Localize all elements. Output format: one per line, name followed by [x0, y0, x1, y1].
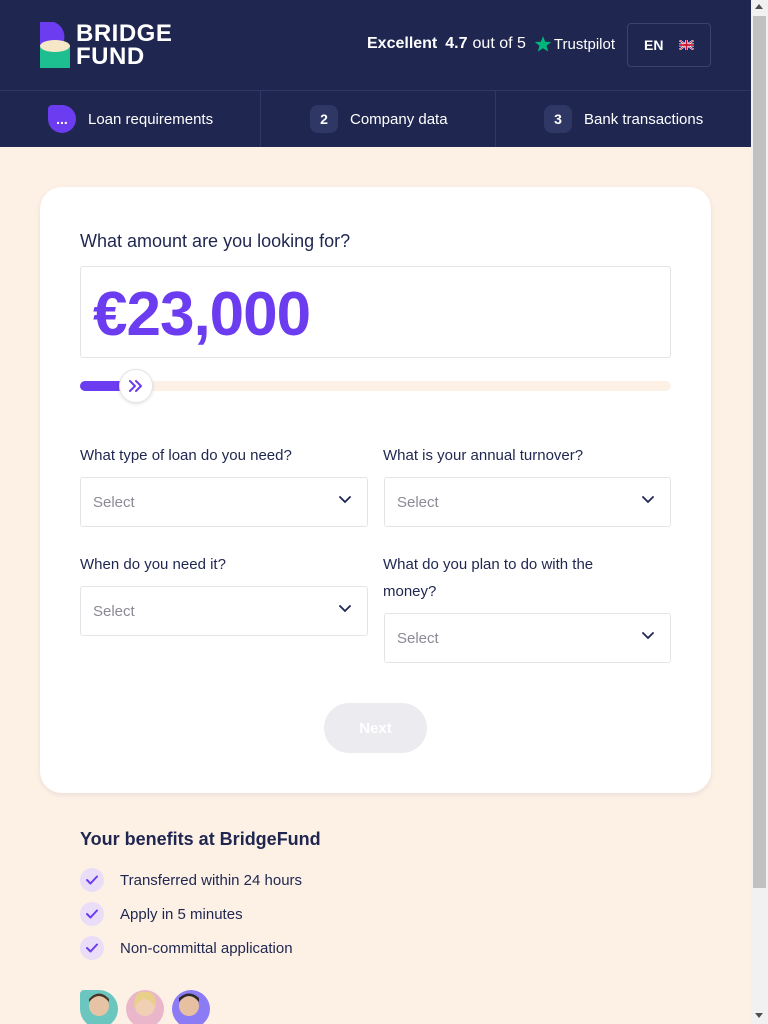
logo-mark-icon [40, 22, 70, 68]
amount-input[interactable]: €23,000 [80, 266, 671, 358]
select-placeholder: Select [397, 629, 439, 647]
step-badge: 3 [544, 105, 572, 133]
amount-value: €23,000 [93, 280, 311, 349]
step-loan-requirements[interactable]: ... Loan requirements [0, 91, 261, 147]
double-chevron-right-icon [129, 380, 142, 392]
purpose-label: What do you plan to do with the money? [383, 556, 594, 600]
timing-label: When do you need it? [80, 556, 226, 573]
step-label: Company data [350, 110, 448, 128]
trustpilot-star-icon [534, 36, 552, 52]
avatar [172, 990, 210, 1024]
step-company-data[interactable]: 2 Company data [261, 91, 496, 147]
benefit-item: Transferred within 24 hours [80, 868, 302, 892]
step-badge-active: ... [48, 105, 76, 133]
team-avatars [80, 990, 220, 1024]
scrollbar-thumb[interactable] [753, 16, 766, 888]
amount-question: What amount are you looking for? [80, 231, 351, 251]
annual-turnover-select[interactable]: Select [384, 477, 671, 527]
trustpilot-rating[interactable]: Excellent 4.7 out of 5 Trustpilot [367, 35, 615, 53]
trustpilot-name: Trustpilot [553, 35, 616, 53]
annual-turnover-label: What is your annual turnover? [383, 447, 584, 464]
chevron-down-icon [642, 496, 654, 504]
chevron-down-icon [642, 632, 654, 640]
rating-label: Excellent [367, 35, 438, 52]
check-icon [80, 936, 104, 960]
uk-flag-icon [679, 40, 695, 50]
select-placeholder: Select [93, 493, 135, 511]
scroll-up-arrow-icon[interactable] [755, 4, 763, 9]
select-placeholder: Select [93, 602, 135, 620]
purpose-select[interactable]: Select [384, 613, 671, 663]
benefit-item: Non-committal application [80, 936, 293, 960]
step-label: Loan requirements [88, 110, 214, 128]
avatar [126, 990, 164, 1024]
amount-slider[interactable] [80, 369, 671, 403]
language-code: EN [644, 37, 664, 53]
logo-text-line2: FUND [76, 43, 145, 70]
benefit-text: Non-committal application [120, 939, 293, 957]
rating-out-of: out of 5 [472, 35, 526, 52]
language-selector[interactable]: EN [627, 23, 711, 67]
bridgefund-logo[interactable]: BRIDGE FUND [40, 20, 173, 70]
check-icon [80, 868, 104, 892]
progress-steps: ... Loan requirements 2 Company data 3 B… [0, 91, 751, 147]
page-scrollbar[interactable] [751, 0, 768, 1024]
select-placeholder: Select [397, 493, 439, 511]
benefit-text: Transferred within 24 hours [120, 871, 303, 889]
check-icon [80, 902, 104, 926]
logo-text-line1: BRIDGE [76, 20, 173, 47]
loan-type-select[interactable]: Select [80, 477, 368, 527]
step-label: Bank transactions [584, 110, 704, 128]
site-header: BRIDGE FUND Excellent 4.7 out of 5 Trust… [0, 0, 751, 91]
slider-handle[interactable] [119, 369, 153, 403]
rating-score: 4.7 [445, 35, 468, 52]
benefits-title: Your benefits at BridgeFund [80, 829, 321, 849]
chevron-down-icon [339, 496, 351, 504]
logo-text: BRIDGE FUND [76, 20, 173, 70]
benefit-item: Apply in 5 minutes [80, 902, 243, 926]
step-bank-transactions[interactable]: 3 Bank transactions [496, 91, 751, 147]
chevron-down-icon [339, 605, 351, 613]
scroll-down-arrow-icon[interactable] [755, 1013, 763, 1018]
timing-select[interactable]: Select [80, 586, 368, 636]
loan-form-card: What amount are you looking for? €23,000… [40, 187, 711, 793]
step-badge: 2 [310, 105, 338, 133]
next-button[interactable]: Next [324, 703, 427, 753]
trustpilot-brand: Trustpilot [534, 35, 615, 53]
page: BRIDGE FUND Excellent 4.7 out of 5 Trust… [0, 0, 751, 1024]
loan-type-label: What type of loan do you need? [80, 447, 292, 464]
benefit-text: Apply in 5 minutes [120, 905, 243, 923]
avatar [80, 990, 118, 1024]
